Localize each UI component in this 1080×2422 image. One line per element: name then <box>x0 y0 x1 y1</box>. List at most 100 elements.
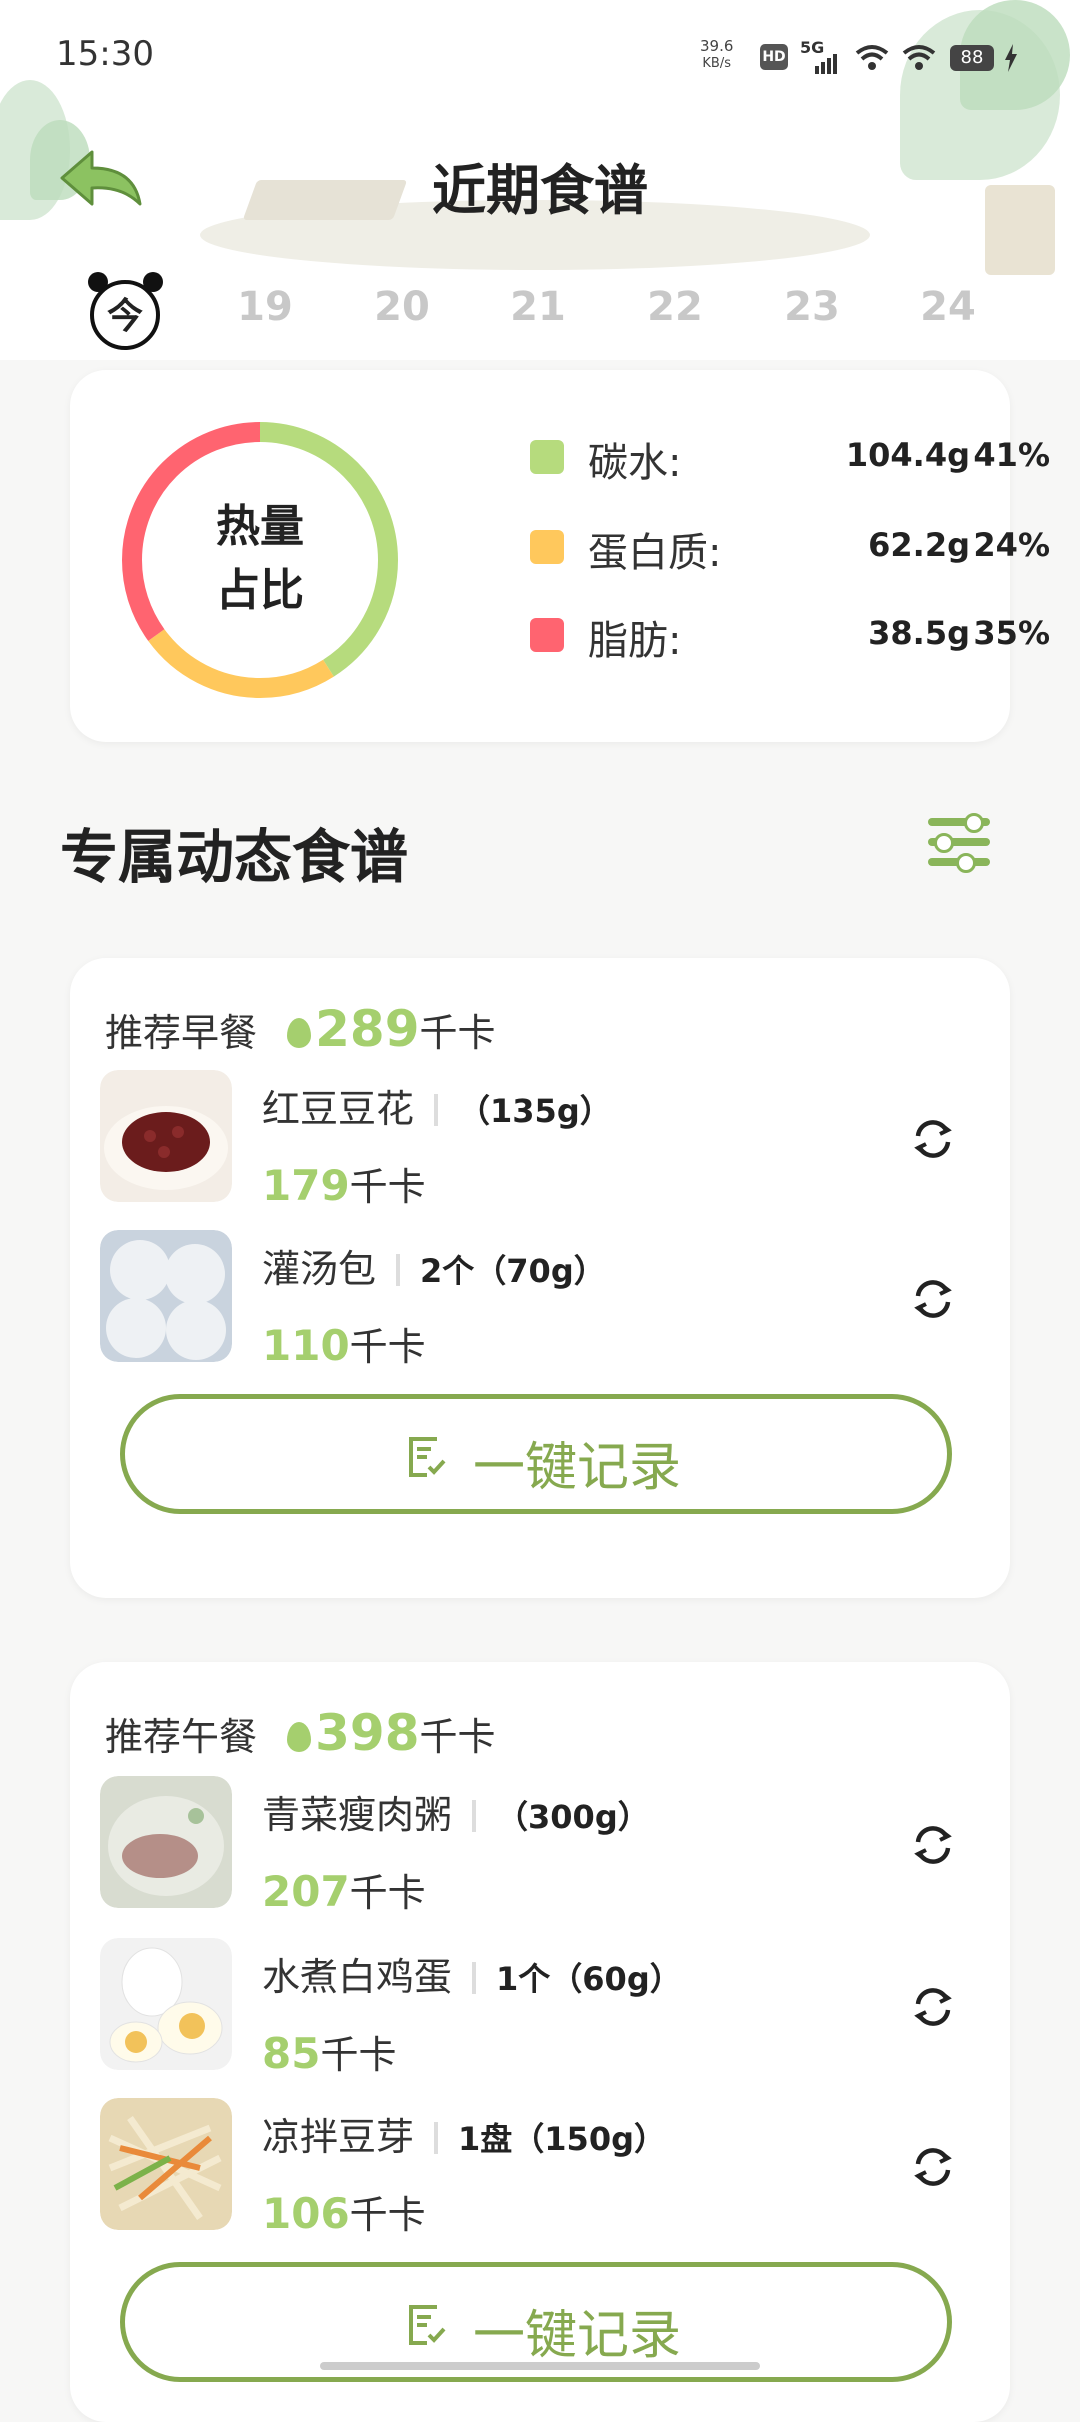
charging-icon <box>1005 44 1017 72</box>
food-name-line: 灌汤包 2个（70g） <box>262 1238 606 1293</box>
date-item[interactable]: 22 <box>635 284 715 330</box>
date-item[interactable]: 24 <box>908 284 988 330</box>
legend-name: 碳水: <box>588 440 682 486</box>
date-today[interactable]: 今 <box>90 280 160 350</box>
food-name: 灌汤包 <box>262 1247 377 1291</box>
legend-percent: 41% <box>973 436 1050 474</box>
status-bar: 15:30 39.6 KB/s HD 5G 88 <box>0 0 1080 110</box>
food-name: 红豆豆花 <box>262 1087 415 1131</box>
refresh-icon[interactable] <box>910 1276 956 1322</box>
net-speed-value: 39.6 <box>700 37 734 55</box>
meal-header: 推荐午餐 398千卡 <box>105 1704 496 1762</box>
date-item[interactable]: 21 <box>498 284 578 330</box>
legend-name: 蛋白质: <box>588 530 722 576</box>
food-item[interactable]: 灌汤包 2个（70g） 110千卡 <box>100 1230 1000 1370</box>
food-item[interactable]: 红豆豆花 （135g） 179千卡 <box>100 1070 1000 1210</box>
food-calories: 207 <box>262 1867 350 1916</box>
food-image <box>100 1938 232 2070</box>
food-name-line: 凉拌豆芽 1盘（150g） <box>262 2106 666 2161</box>
food-calorie-line: 207千卡 <box>262 1862 426 1917</box>
legend-value: 62.2g <box>868 526 970 564</box>
food-calorie-unit: 千卡 <box>349 1871 426 1915</box>
legend-swatch <box>530 618 564 652</box>
legend-row-protein: 蛋白质: 62.2g 24% <box>530 516 1050 576</box>
legend-name: 脂肪: <box>588 618 682 664</box>
legend-percent: 24% <box>973 526 1050 564</box>
meal-header: 推荐早餐 289千卡 <box>105 1000 496 1058</box>
food-name: 凉拌豆芽 <box>262 2115 415 2159</box>
food-calorie-line: 106千卡 <box>262 2184 426 2239</box>
legend-row-carbs: 碳水: 104.4g 41% <box>530 426 1050 486</box>
food-item[interactable]: 水煮白鸡蛋 1个（60g） 85千卡 <box>100 1938 1000 2078</box>
food-item[interactable]: 青菜瘦肉粥 （300g） 207千卡 <box>100 1776 1000 1916</box>
battery-level: 88 <box>950 45 994 71</box>
food-image <box>100 2098 232 2230</box>
food-portion: （135g） <box>458 1092 612 1130</box>
food-image <box>100 1070 232 1202</box>
record-note-icon <box>409 1437 446 1477</box>
donut-label: 热量 占比 <box>160 495 360 623</box>
legend-value: 38.5g <box>868 614 970 652</box>
net-speed: 39.6 KB/s <box>700 38 733 72</box>
food-portion: 2个（70g） <box>420 1252 606 1290</box>
meal-label: 推荐早餐 <box>105 1011 258 1055</box>
food-calories: 110 <box>262 1321 350 1370</box>
food-portion: （300g） <box>496 1798 650 1836</box>
food-calorie-unit: 千卡 <box>349 1325 426 1369</box>
wifi-icon <box>855 45 889 70</box>
food-name-line: 青菜瘦肉粥 （300g） <box>262 1784 650 1839</box>
food-calorie-line: 85千卡 <box>262 2024 396 2079</box>
refresh-icon[interactable] <box>910 1984 956 2030</box>
record-note-icon <box>409 2305 446 2345</box>
food-image <box>100 1230 232 1362</box>
signal-icon <box>815 54 839 74</box>
refresh-icon[interactable] <box>910 1822 956 1868</box>
flame-icon <box>287 1018 312 1048</box>
food-calories: 85 <box>262 2029 321 2078</box>
donut-label-line1: 热量 <box>216 501 304 552</box>
record-button-label: 一键记录 <box>473 1438 682 1498</box>
meal-label: 推荐午餐 <box>105 1715 258 1759</box>
food-calories: 179 <box>262 1161 350 1210</box>
one-click-record-button[interactable]: 一键记录 <box>120 1394 952 1514</box>
date-item[interactable]: 19 <box>225 284 305 330</box>
legend-swatch <box>530 440 564 474</box>
sliders-icon[interactable] <box>918 800 1000 882</box>
date-item[interactable]: 23 <box>772 284 852 330</box>
legend-row-fat: 脂肪: 38.5g 35% <box>530 604 1050 664</box>
nutrition-card: 热量 占比 碳水: 104.4g 41% 蛋白质: 62.2g 24% 脂肪: … <box>70 370 1050 742</box>
legend-value: 104.4g <box>845 436 970 474</box>
food-image <box>100 1776 232 1908</box>
wifi-icon <box>902 45 936 70</box>
food-calorie-line: 110千卡 <box>262 1316 426 1371</box>
net-speed-unit: KB/s <box>702 56 731 71</box>
status-time: 15:30 <box>56 34 154 74</box>
date-item[interactable]: 20 <box>362 284 442 330</box>
food-portion: 1个（60g） <box>496 1960 682 1998</box>
food-name-line: 水煮白鸡蛋 1个（60g） <box>262 1946 682 2001</box>
food-item[interactable]: 凉拌豆芽 1盘（150g） 106千卡 <box>100 2098 1000 2238</box>
meal-calories: 289 <box>315 1000 420 1058</box>
section-title: 专属动态食谱 <box>60 823 409 891</box>
food-name: 青菜瘦肉粥 <box>262 1793 453 1837</box>
refresh-icon[interactable] <box>910 2144 956 2190</box>
page-title: 近期食谱 <box>432 159 648 222</box>
food-calorie-unit: 千卡 <box>349 1165 426 1209</box>
hd-badge: HD <box>760 44 788 70</box>
food-calories: 106 <box>262 2189 350 2238</box>
food-portion: 1盘（150g） <box>458 2120 666 2158</box>
meal-calorie-unit: 千卡 <box>419 1715 496 1759</box>
meal-calorie-unit: 千卡 <box>419 1011 496 1055</box>
legend-percent: 35% <box>973 614 1050 652</box>
meal-calories: 398 <box>315 1704 420 1762</box>
donut-label-line2: 占比 <box>216 565 304 616</box>
record-button-label: 一键记录 <box>473 2306 682 2366</box>
food-calorie-unit: 千卡 <box>320 2033 397 2077</box>
food-calorie-unit: 千卡 <box>349 2193 426 2237</box>
food-calorie-line: 179千卡 <box>262 1156 426 1211</box>
refresh-icon[interactable] <box>910 1116 956 1162</box>
food-name: 水煮白鸡蛋 <box>262 1955 453 1999</box>
flame-icon <box>287 1722 312 1752</box>
legend-swatch <box>530 530 564 564</box>
home-indicator[interactable] <box>320 2362 760 2370</box>
